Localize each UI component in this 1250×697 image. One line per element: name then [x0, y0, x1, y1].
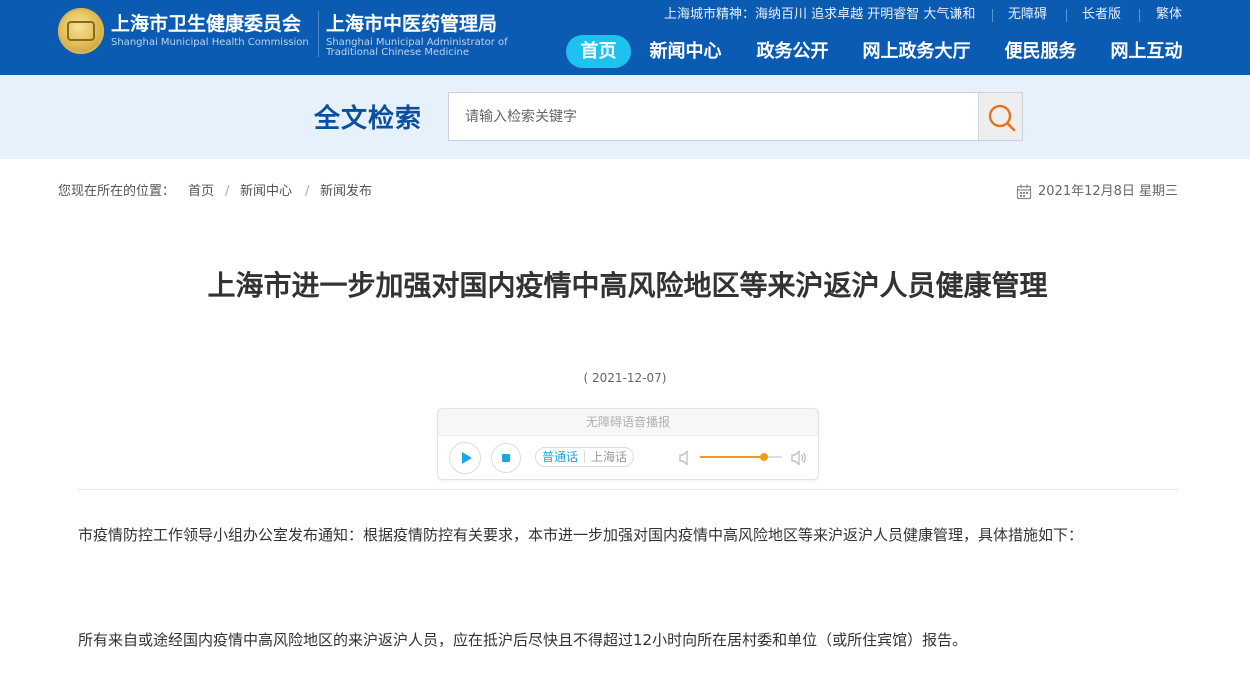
nav-home[interactable]: 首页: [566, 35, 631, 68]
search-input[interactable]: [448, 92, 979, 141]
site-header: 上海市卫生健康委员会 Shanghai Municipal Health Com…: [0, 0, 1250, 75]
nav-online-interaction[interactable]: 网上互动: [1109, 35, 1184, 68]
search-icon: [988, 104, 1016, 132]
city-spirit-text: 上海城市精神：海纳百川 追求卓越 开明睿智 大气谦和: [664, 7, 976, 22]
breadcrumb-home[interactable]: 首页: [188, 184, 214, 200]
language-mandarin[interactable]: 普通话: [536, 448, 584, 466]
calendar-icon: [1016, 184, 1032, 200]
breadcrumb-news-center[interactable]: 新闻中心: [240, 184, 292, 200]
topbar-separator: [992, 9, 993, 22]
volume-high-icon[interactable]: [791, 450, 809, 466]
elder-version-link[interactable]: 长者版: [1082, 7, 1121, 23]
volume-slider[interactable]: [700, 452, 782, 462]
audio-player: 无障碍语音播报 普通话 上海话: [437, 408, 819, 480]
publish-date: ( 2021-12-07): [583, 371, 667, 385]
current-date-text: 2021年12月8日 星期三: [1038, 184, 1179, 199]
article-title: 上海市进一步加强对国内疫情中高风险地区等来沪返沪人员健康管理: [207, 269, 1048, 302]
audio-player-title: 无障碍语音播报: [438, 409, 818, 436]
language-switch: 普通话 上海话: [535, 447, 634, 467]
nav-public-services[interactable]: 便民服务: [1003, 35, 1078, 68]
topbar-separator: [1066, 9, 1067, 22]
breadcrumb-news-release[interactable]: 新闻发布: [320, 184, 372, 200]
org-name-cn[interactable]: 上海市卫生健康委员会: [111, 9, 301, 36]
content-divider: [78, 489, 1178, 490]
nav-news-center[interactable]: 新闻中心: [648, 35, 723, 68]
volume-fill: [700, 456, 764, 458]
breadcrumb-prefix: 您现在所在的位置：: [58, 184, 176, 199]
search-title: 全文检索: [314, 104, 423, 134]
stop-button[interactable]: [491, 443, 521, 473]
municipal-emblem-logo[interactable]: [58, 8, 104, 54]
emblem-inner: [67, 21, 95, 41]
nav-online-services-hall[interactable]: 网上政务大厅: [861, 35, 972, 68]
org2-name-cn[interactable]: 上海市中医药管理局: [326, 9, 497, 36]
nav-government-affairs[interactable]: 政务公开: [755, 35, 830, 68]
stop-icon: [502, 454, 510, 462]
article-paragraph: 市疫情防控工作领导小组办公室发布通知：根据疫情防控有关要求，本市进一步加强对国内…: [78, 526, 1084, 544]
play-button[interactable]: [449, 442, 481, 474]
volume-low-icon[interactable]: [679, 450, 693, 466]
play-icon: [462, 452, 472, 464]
article-paragraph: 所有来自或途经国内疫情中高风险地区的来沪返沪人员，应在抵沪后尽快且不得超过12小…: [78, 631, 968, 649]
breadcrumb-separator: /: [305, 184, 310, 199]
traditional-chinese-link[interactable]: 繁体: [1156, 7, 1182, 23]
header-divider: [318, 11, 319, 57]
breadcrumb-separator: /: [225, 184, 230, 199]
volume-knob[interactable]: [759, 453, 768, 461]
language-shanghainese[interactable]: 上海话: [585, 448, 633, 466]
topbar-separator: [1139, 9, 1140, 22]
org2-name-en-line2: Traditional Chinese Medicine: [326, 47, 470, 58]
search-button[interactable]: [978, 92, 1023, 141]
accessibility-link[interactable]: 无障碍: [1008, 7, 1047, 23]
org-name-en: Shanghai Municipal Health Commission: [111, 37, 309, 48]
